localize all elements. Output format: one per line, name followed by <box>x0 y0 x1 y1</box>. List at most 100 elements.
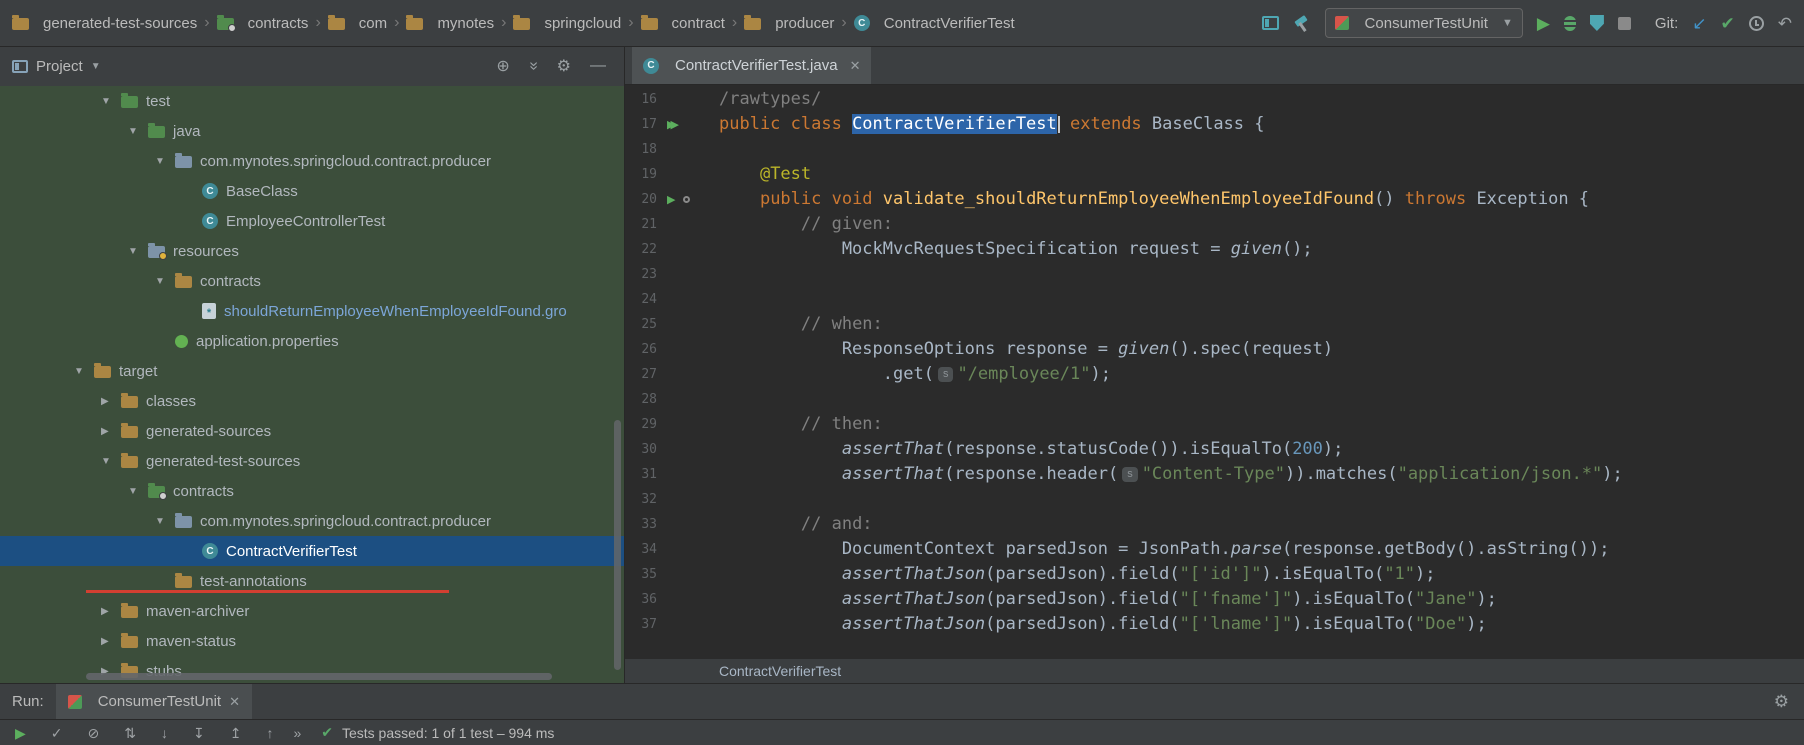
breadcrumb-item-springcloud[interactable]: springcloud <box>513 15 621 32</box>
tree-item-target[interactable]: ▼ target <box>0 356 624 386</box>
code-text: assertThat(response.statusCode()).isEqua… <box>841 439 1344 459</box>
editor-area: ContractVerifierTest.java ✕ 16/rawtypes/… <box>625 47 1804 683</box>
breadcrumb-item-producer[interactable]: producer <box>744 15 834 32</box>
expand-right-icon[interactable]: ▶ <box>94 606 121 617</box>
code-text: DocumentContext parsedJson = JsonPath.pa… <box>719 539 1610 559</box>
settings-gear-icon[interactable]: ⚙ <box>557 56 571 76</box>
folder-tan-icon <box>175 573 192 588</box>
line-number: 31 <box>641 467 657 482</box>
expand-all-icon[interactable]: ↧ <box>193 726 205 740</box>
expand-right-icon[interactable]: ▶ <box>94 396 121 407</box>
test-class-icon <box>643 57 659 74</box>
breadcrumb-item-generated-test-sources[interactable]: generated-test-sources <box>12 15 197 32</box>
code-line-23: 23 <box>625 262 1804 287</box>
folder-tan-icon <box>121 453 138 468</box>
editor-tab-active[interactable]: ContractVerifierTest.java ✕ <box>632 47 872 84</box>
expand-down-icon[interactable]: ▼ <box>94 456 121 467</box>
run-with-coverage-button[interactable] <box>1589 15 1604 31</box>
run-panel-label: Run: <box>12 693 44 710</box>
tree-item-maven-status[interactable]: ▶ maven-status <box>0 626 624 656</box>
collapse-all-icon[interactable]: ↥ <box>230 726 242 740</box>
run-class-icon[interactable]: ▶▶ <box>667 118 681 131</box>
expand-down-icon[interactable]: ▼ <box>121 486 148 497</box>
folder-tan-icon <box>327 15 345 30</box>
tree-item-label: classes <box>146 392 197 410</box>
stop-button[interactable] <box>1617 16 1631 30</box>
tree-item-application-properties[interactable]: application.properties <box>0 326 624 356</box>
tree-item-generated-sources[interactable]: ▶ generated-sources <box>0 416 624 446</box>
run-test-icon[interactable]: ▶ <box>667 193 675 206</box>
run-settings-gear-icon[interactable]: ⚙ <box>1774 692 1789 712</box>
tree-item-label: generated-test-sources <box>146 452 301 470</box>
expand-down-icon[interactable]: ▼ <box>148 156 175 167</box>
expand-down-icon[interactable]: ▼ <box>148 276 175 287</box>
tree-item-maven-archiver[interactable]: ▶ maven-archiver <box>0 596 624 626</box>
tree-item-contracts[interactable]: ▼ contracts <box>0 476 624 506</box>
breadcrumb-item-mynotes[interactable]: mynotes <box>406 15 494 32</box>
run-configuration-combo[interactable]: ConsumerTestUnit ▼ <box>1324 8 1523 38</box>
locate-file-icon[interactable]: ⊕ <box>496 56 509 76</box>
open-tool-window-icon[interactable] <box>1261 16 1279 30</box>
hide-panel-icon[interactable]: — <box>590 57 606 75</box>
tree-item-com-mynotes-springcloud-contract-p[interactable]: ▼ com.mynotes.springcloud.contract.produc… <box>0 146 624 176</box>
toggle-auto-test-icon[interactable]: ✓ <box>51 726 63 740</box>
collapse-all-icon[interactable]: » <box>524 62 542 71</box>
more-actions-icon[interactable]: » <box>293 725 301 741</box>
sort-alphabetically-icon[interactable]: ⇅ <box>124 726 136 740</box>
code-text: // given: <box>800 214 894 234</box>
git-commit-icon[interactable]: ✔ <box>1721 15 1735 32</box>
expand-right-icon[interactable]: ▶ <box>94 636 121 647</box>
code-text: public void validate_shouldReturnEmploye… <box>759 189 1590 209</box>
breadcrumb-item-contract[interactable]: contract <box>640 14 725 32</box>
tree-item-label: application.properties <box>196 332 339 350</box>
expand-down-icon[interactable]: ▼ <box>121 126 148 137</box>
expand-right-icon[interactable]: ▶ <box>94 426 121 437</box>
tree-item-baseclass[interactable]: BaseClass <box>0 176 624 206</box>
code-line-26: 26 ResponseOptions response = given().sp… <box>625 337 1804 362</box>
expand-down-icon[interactable]: ▼ <box>94 96 121 107</box>
expand-down-icon[interactable]: ▼ <box>121 246 148 257</box>
tree-item-shouldreturnemployeewhenemployeeid[interactable]: shouldReturnEmployeeWhenEmployeeIdFound.… <box>0 296 624 326</box>
close-run-tab-icon[interactable]: ✕ <box>229 694 240 710</box>
expand-down-icon[interactable]: ▼ <box>67 366 94 377</box>
close-tab-icon[interactable]: ✕ <box>850 58 861 74</box>
tree-item-label: contracts <box>173 482 234 500</box>
hide-passed-icon[interactable]: ⊘ <box>88 726 100 740</box>
line-number: 29 <box>641 417 657 432</box>
breadcrumb-label: contract <box>671 14 725 32</box>
git-update-icon[interactable]: ↙ <box>1692 15 1706 32</box>
tree-item-java[interactable]: ▼ java <box>0 116 624 146</box>
code-line-32: 32 <box>625 487 1804 512</box>
line-number: 32 <box>641 492 657 507</box>
previous-failed-test-icon[interactable]: ↑ <box>266 726 273 740</box>
expand-down-icon[interactable]: ▼ <box>148 516 175 527</box>
breadcrumb-item-contracts[interactable]: contracts <box>216 15 308 32</box>
breadcrumb-separator-icon: › <box>628 14 634 31</box>
tree-item-com-mynotes-springcloud-contract-p[interactable]: ▼ com.mynotes.springcloud.contract.produc… <box>0 506 624 536</box>
run-panel-tab[interactable]: ConsumerTestUnit ✕ <box>55 684 252 719</box>
tree-vertical-scrollbar[interactable] <box>614 420 621 670</box>
run-button[interactable]: ▶ <box>1537 15 1550 32</box>
breadcrumb-label: producer <box>775 14 835 32</box>
tree-item-classes[interactable]: ▶ classes <box>0 386 624 416</box>
tree-item-resources[interactable]: ▼ resources <box>0 236 624 266</box>
project-view-dropdown-icon[interactable]: ▼ <box>91 61 101 72</box>
breadcrumb-item-com[interactable]: com <box>327 15 387 32</box>
git-history-icon[interactable] <box>1748 15 1764 31</box>
breadcrumb-separator-icon: › <box>315 14 321 31</box>
git-rollback-icon[interactable]: ↶ <box>1778 15 1792 32</box>
code-editor[interactable]: 16/rawtypes/17 ▶▶ public class ContractVer… <box>625 85 1804 658</box>
tree-item-contractverifiertest[interactable]: ContractVerifierTest <box>0 536 624 566</box>
sort-by-duration-icon[interactable]: ↓ <box>161 726 168 740</box>
tree-item-employeecontrollertest[interactable]: EmployeeControllerTest <box>0 206 624 236</box>
tree-horizontal-scrollbar[interactable] <box>86 673 552 680</box>
editor-breadcrumb-item[interactable]: ContractVerifierTest <box>719 663 841 679</box>
tree-item-test[interactable]: ▼ test <box>0 86 624 116</box>
build-project-icon[interactable] <box>1293 15 1311 32</box>
breadcrumb-item-contractverifiertest[interactable]: ContractVerifierTest <box>853 15 1015 32</box>
tree-item-contracts[interactable]: ▼ contracts <box>0 266 624 296</box>
groovy-icon <box>202 303 216 319</box>
debug-button[interactable] <box>1563 15 1576 31</box>
rerun-tests-icon[interactable]: ▶ <box>15 726 26 740</box>
tree-item-generated-test-sources[interactable]: ▼ generated-test-sources <box>0 446 624 476</box>
